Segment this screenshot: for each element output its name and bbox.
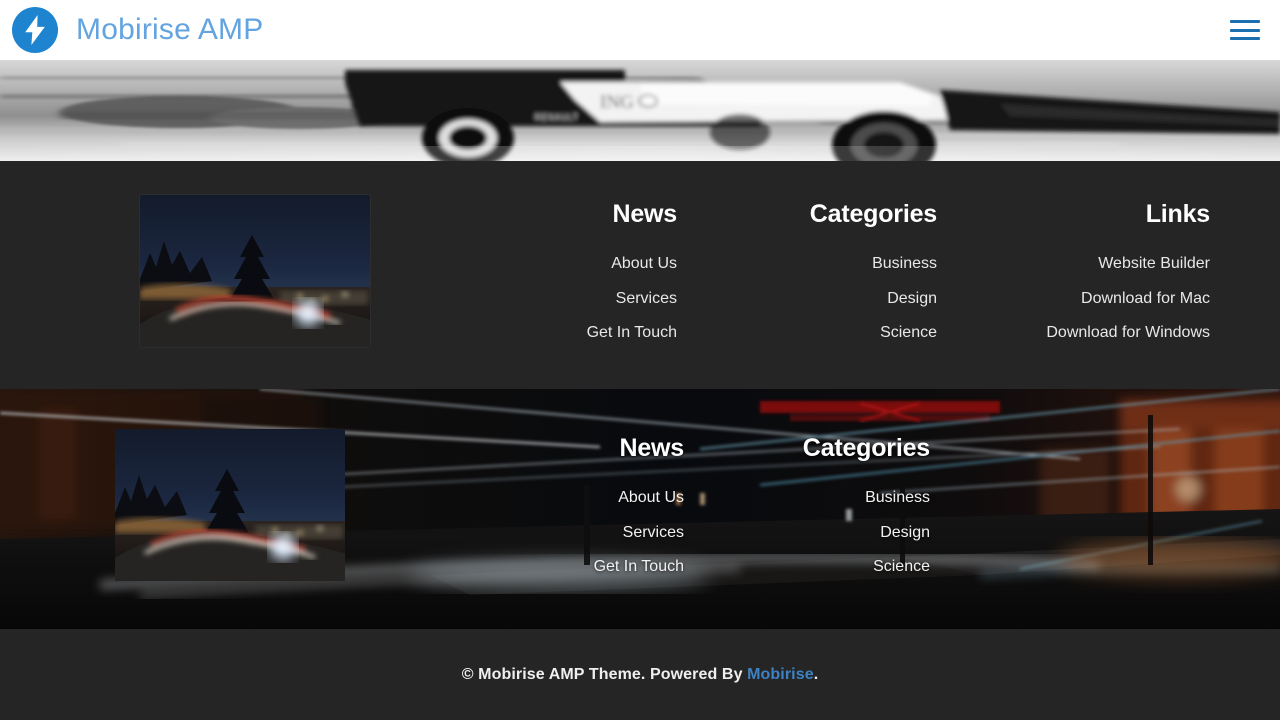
footer-plain-logo-column — [70, 195, 370, 347]
svg-text:ING: ING — [600, 92, 634, 113]
amp-bolt-icon — [12, 7, 58, 53]
footer-link[interactable]: Science — [880, 324, 937, 341]
list-item[interactable]: Get In Touch — [410, 554, 684, 580]
footer-link[interactable]: Business — [872, 255, 937, 272]
footer-section-photo: News About Us Services Get In Touch Cate… — [0, 389, 1280, 629]
list-item[interactable]: Services — [370, 286, 677, 312]
hero-race-car-image: ING RENAULT — [0, 60, 1280, 161]
footer-link[interactable]: Download for Windows — [1046, 324, 1210, 341]
list-item[interactable]: Get In Touch — [370, 320, 677, 346]
hamburger-bar-2 — [1230, 28, 1260, 32]
footer-link-list: Website Builder Download for Mac Downloa… — [950, 251, 1210, 346]
footer-link-list: About Us Services Get In Touch — [370, 251, 677, 346]
list-item[interactable]: Science — [690, 320, 937, 346]
footer-column-title: Categories — [802, 434, 930, 462]
list-item[interactable]: Download for Mac — [950, 286, 1210, 312]
footer-link[interactable]: Design — [887, 290, 937, 307]
footer-link[interactable]: Get In Touch — [594, 558, 684, 575]
svg-text:RENAULT: RENAULT — [535, 113, 579, 122]
brand-link[interactable]: Mobirise AMP — [12, 7, 263, 53]
footer-photo-logo-column — [70, 429, 410, 581]
footer-link-list: Business Design Science — [690, 251, 937, 346]
footer-link[interactable]: Get In Touch — [587, 324, 677, 341]
footer-link[interactable]: Services — [616, 290, 677, 307]
footer-link[interactable]: Science — [873, 558, 930, 575]
list-item[interactable]: Website Builder — [950, 251, 1210, 277]
footer-photo-column-categories: Categories Business Design Science — [710, 429, 970, 589]
footer-link[interactable]: About Us — [618, 489, 684, 506]
list-item[interactable]: Services — [410, 520, 684, 546]
footer-link[interactable]: Design — [880, 524, 930, 541]
footer-photo-container: News About Us Services Get In Touch Cate… — [70, 389, 1210, 629]
footer-link-list: Business Design Science — [710, 485, 930, 580]
footer-link[interactable]: Business — [865, 489, 930, 506]
footer-photo-column-news: News About Us Services Get In Touch — [410, 429, 710, 589]
list-item[interactable]: Design — [690, 286, 937, 312]
footer-logo-image-2 — [115, 429, 345, 581]
list-item[interactable]: Download for Windows — [950, 320, 1210, 346]
footer-column-categories: Categories Business Design Science — [690, 195, 950, 355]
list-item[interactable]: About Us — [370, 251, 677, 277]
footer-logo-image — [140, 195, 370, 347]
copyright-text: © Mobirise AMP Theme. Powered By Mobiris… — [462, 666, 819, 684]
mobirise-link[interactable]: Mobirise — [747, 666, 814, 683]
footer-section-plain: News About Us Services Get In Touch Cate… — [0, 161, 1280, 389]
footer-link[interactable]: Services — [623, 524, 684, 541]
site-header: Mobirise AMP — [0, 0, 1280, 60]
footer-link[interactable]: Download for Mac — [1081, 290, 1210, 307]
list-item[interactable]: Business — [690, 251, 937, 277]
night-road-photo — [140, 195, 370, 347]
hero-banner: ING RENAULT — [0, 60, 1280, 161]
footer-column-links: Links Website Builder Download for Mac D… — [950, 195, 1210, 355]
copyright-prefix: © Mobirise AMP Theme. Powered By — [461, 666, 748, 683]
footer-link[interactable]: About Us — [611, 255, 677, 272]
footer-link[interactable]: Website Builder — [1098, 255, 1210, 272]
list-item[interactable]: Design — [710, 520, 930, 546]
copyright-bar: © Mobirise AMP Theme. Powered By Mobiris… — [0, 629, 1280, 720]
footer-column-title: Links — [1145, 200, 1210, 228]
footer-link-list: About Us Services Get In Touch — [410, 485, 684, 580]
list-item[interactable]: About Us — [410, 485, 684, 511]
hamburger-bar-1 — [1230, 20, 1260, 23]
list-item[interactable]: Business — [710, 485, 930, 511]
footer-column-title: Categories — [809, 200, 937, 228]
hamburger-bar-3 — [1230, 37, 1260, 40]
footer-column-news: News About Us Services Get In Touch — [370, 195, 690, 355]
list-item[interactable]: Science — [710, 554, 930, 580]
hamburger-menu-icon[interactable] — [1230, 18, 1260, 42]
brand-name: Mobirise AMP — [76, 13, 264, 46]
footer-column-title: News — [619, 434, 684, 462]
footer-plain-container: News About Us Services Get In Touch Cate… — [70, 195, 1210, 355]
footer-column-title: News — [612, 200, 677, 228]
night-road-photo-2 — [115, 429, 345, 581]
copyright-suffix: . — [813, 666, 819, 683]
